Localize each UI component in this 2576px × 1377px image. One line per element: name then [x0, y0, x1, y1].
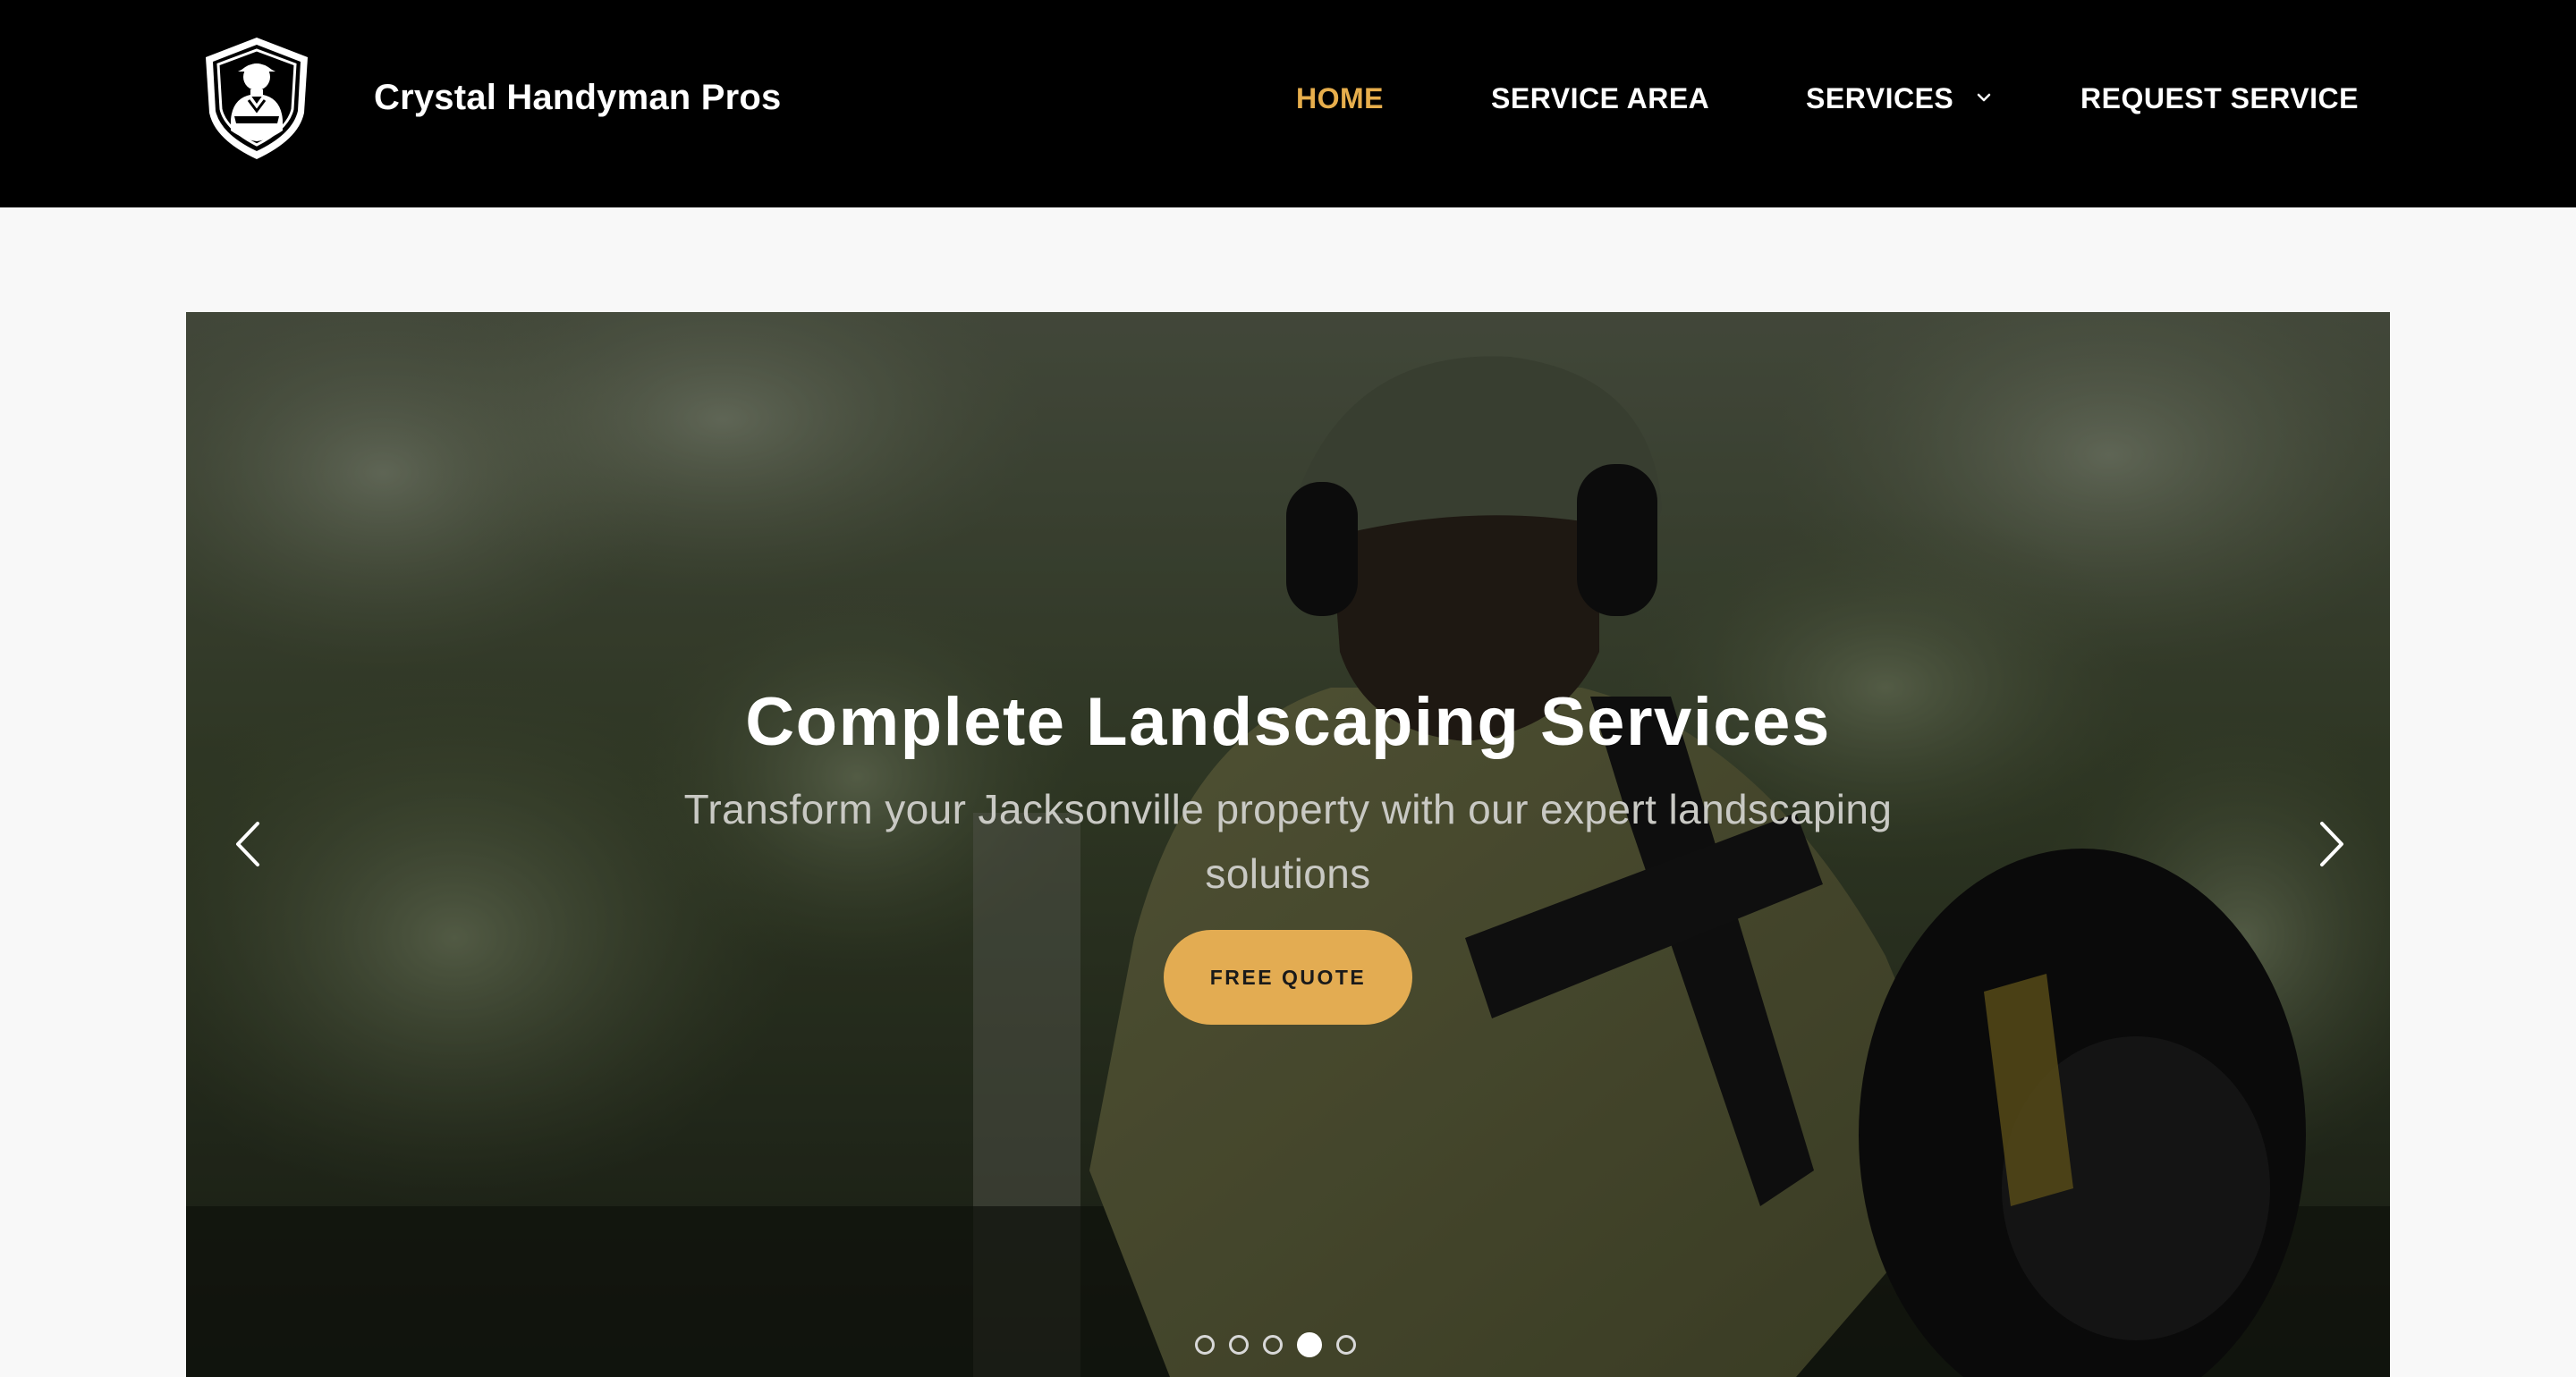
slider-pagination [1195, 1332, 1370, 1359]
slide-dot-3[interactable] [1263, 1335, 1283, 1355]
slide-dot-2[interactable] [1229, 1335, 1249, 1355]
site-header: Crystal Handyman Pros HOME SERVICE AREA … [0, 0, 2576, 207]
slide-dot-4[interactable] [1297, 1332, 1322, 1357]
hero-title: Complete Landscaping Services [745, 684, 1831, 760]
nav-home-link[interactable]: HOME [1296, 80, 1384, 116]
nav-request-service-link[interactable]: REQUEST SERVICE [2080, 80, 2359, 116]
nav-service-area-link[interactable]: SERVICE AREA [1491, 80, 1709, 116]
chevron-left-icon[interactable] [222, 813, 275, 875]
main-nav: HOME SERVICE AREA SERVICES REQUEST SERVI… [0, 0, 2576, 199]
nav-services-link[interactable]: SERVICES [1806, 80, 1953, 116]
chevron-right-icon[interactable] [2304, 813, 2358, 875]
hero-slider: Complete Landscaping Services Transform … [186, 312, 2390, 1377]
chevron-down-icon[interactable] [1974, 88, 1994, 107]
slide-dot-1[interactable] [1195, 1335, 1215, 1355]
free-quote-button[interactable]: FREE QUOTE [1164, 930, 1412, 1025]
hero-subtitle: Transform your Jacksonville property wit… [683, 786, 1893, 897]
slide-dot-5[interactable] [1336, 1335, 1356, 1355]
